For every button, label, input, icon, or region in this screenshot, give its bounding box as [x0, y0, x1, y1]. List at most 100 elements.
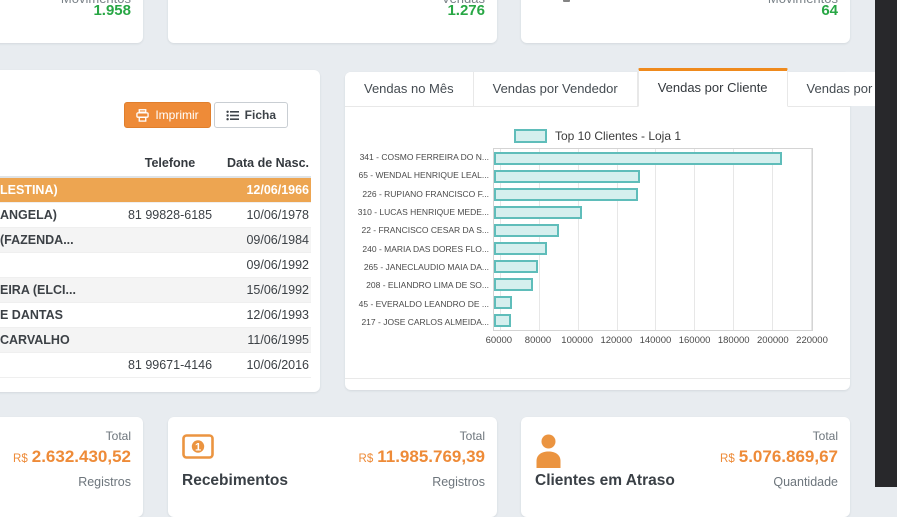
summary-card-clientes-em-atraso: Clientes em AtrasoTotalR$5.076.869,67Qua…: [521, 417, 850, 517]
chart-category-label: 310 - LUCAS HENRIQUE MEDE...: [345, 203, 489, 221]
chart-bar-row: [494, 221, 812, 239]
summary-card-0: TotalR$2.632.430,52Registros: [0, 417, 143, 517]
table-row[interactable]: (FAZENDA... 09/06/1984: [0, 228, 311, 253]
money-bill-icon: 1: [182, 434, 214, 464]
table-row[interactable]: LESTINA) 12/06/1966: [0, 178, 311, 203]
chart-category-label: 240 - MARIA DAS DORES FLO...: [345, 239, 489, 257]
list-icon: [226, 110, 239, 121]
stat-card-value: 64: [821, 2, 838, 19]
cell-client-name: ANGELA): [0, 208, 125, 222]
stat-card-1: Vendas1.276: [168, 0, 497, 43]
stat-card-value: 1.276: [447, 2, 485, 19]
stat-card-value: 1.958: [93, 2, 131, 19]
table-row[interactable]: E DANTAS 12/06/1993: [0, 303, 311, 328]
chart-category-label: 22 - FRANCISCO CESAR DA S...: [345, 221, 489, 239]
chart-tab-content: Top 10 Clientes - Loja 1 341 - COSMO FER…: [345, 107, 850, 379]
chart-bar-row: [494, 203, 812, 221]
ficha-button[interactable]: Ficha: [214, 102, 288, 128]
chart-category-label: 45 - EVERALDO LEANDRO DE ...: [345, 294, 489, 312]
currency-symbol: R$: [359, 453, 374, 465]
user-icon: [535, 434, 562, 473]
legend-swatch: [514, 129, 547, 143]
cell-birth-date: 15/06/1992: [215, 283, 311, 297]
cell-client-name: E DANTAS: [0, 308, 125, 322]
chart-bar-row: [494, 167, 812, 185]
chart-category-label: 217 - JOSE CARLOS ALMEIDA...: [345, 313, 489, 331]
table-row[interactable]: 81 99671-414610/06/2016: [0, 353, 311, 378]
chart-category-label: 208 - ELIANDRO LIMA DE SO...: [345, 276, 489, 294]
summary-card-title: Recebimentos: [182, 472, 288, 490]
chart-category-label: 226 - RUPIANO FRANCISCO F...: [345, 185, 489, 203]
chart-legend-item[interactable]: Top 10 Clientes - Loja 1: [345, 129, 850, 143]
chart-bar-row: [494, 276, 812, 294]
summary-card-title: Clientes em Atraso: [535, 472, 675, 490]
chart-bar-row: [494, 149, 812, 167]
table-row[interactable]: CARVALHO 11/06/1995: [0, 328, 311, 353]
chart-bar: [494, 278, 533, 291]
summary-total-label: Total: [106, 429, 131, 443]
tab-vendas-por-vendedor[interactable]: Vendas por Vendedor: [474, 72, 638, 106]
chart-bar: [494, 170, 640, 183]
chart-bar-row: [494, 185, 812, 203]
chart-bar-row: [494, 294, 812, 312]
table-row[interactable]: 09/06/1992: [0, 253, 311, 278]
chart-bar: [494, 242, 547, 255]
chart-tick-label: 220000: [782, 335, 842, 346]
cell-client-name: EIRA (ELCI...: [0, 283, 125, 297]
summary-total-label: Total: [813, 429, 838, 443]
cell-birth-date: 10/06/2016: [215, 358, 311, 372]
svg-text:1: 1: [195, 442, 201, 454]
summary-card-recebimentos: 1RecebimentosTotalR$11.985.769,39Registr…: [168, 417, 497, 517]
chart-bar: [494, 314, 511, 327]
sales-charts-panel: Vendas no MêsVendas por VendedorVendas p…: [345, 72, 850, 390]
chart-bar: [494, 152, 782, 165]
table-header-row: Telefone Data de Nasc.: [0, 150, 311, 178]
summary-amount: R$11.985.769,39: [359, 447, 485, 467]
cell-client-name: CARVALHO: [0, 333, 125, 347]
cell-birth-date: 09/06/1984: [215, 233, 311, 247]
cell-phone: 81 99671-4146: [125, 358, 215, 372]
chart-bar-row: [494, 258, 812, 276]
chart-bar-row: [494, 239, 812, 257]
chart-bar-row: [494, 312, 812, 330]
clients-table: Telefone Data de Nasc. LESTINA) 12/06/196…: [0, 150, 311, 378]
chart-category-axis: 341 - COSMO FERREIRA DO N...65 - WENDAL …: [345, 148, 489, 331]
tab-vendas-no-m-s[interactable]: Vendas no Mês: [345, 72, 474, 106]
clients-panel: Imprimir Ficha Telefone Data de Nasc. LE…: [0, 70, 320, 392]
printer-icon: [136, 109, 149, 122]
cell-birth-date: 11/06/1995: [215, 333, 311, 347]
chart-bar: [494, 188, 638, 201]
chart-tabs: Vendas no MêsVendas por VendedorVendas p…: [345, 72, 850, 107]
col-header-phone[interactable]: Telefone: [125, 156, 215, 170]
cell-client-name: (FAZENDA...: [0, 233, 125, 247]
stat-card-0: Movimentos1.958: [0, 0, 143, 43]
chart-bar: [494, 260, 538, 273]
cropped-icon: [563, 0, 570, 2]
print-button-label: Imprimir: [155, 108, 198, 122]
cell-phone: 81 99828-6185: [125, 208, 215, 222]
ficha-button-label: Ficha: [245, 108, 276, 122]
table-row[interactable]: ANGELA)81 99828-618510/06/1978: [0, 203, 311, 228]
legend-label: Top 10 Clientes - Loja 1: [555, 129, 681, 143]
chart-value-axis: 6000080000100000120000140000160000180000…: [493, 335, 813, 349]
chart-bar: [494, 296, 512, 309]
table-row[interactable]: EIRA (ELCI... 15/06/1992: [0, 278, 311, 303]
chart-plot-area: [493, 148, 813, 331]
summary-total-label: Total: [460, 429, 485, 443]
cell-birth-date: 12/06/1966: [215, 183, 311, 197]
tab-vendas-por-cliente[interactable]: Vendas por Cliente: [638, 68, 788, 107]
chart-category-label: 341 - COSMO FERREIRA DO N...: [345, 148, 489, 166]
cell-birth-date: 10/06/1978: [215, 208, 311, 222]
summary-amount: R$5.076.869,67: [720, 447, 838, 467]
cell-client-name: LESTINA): [0, 183, 125, 197]
table-actions: Imprimir Ficha: [124, 102, 288, 128]
chart-bar: [494, 224, 559, 237]
chart-category-label: 265 - JANECLAUDIO MAIA DA...: [345, 258, 489, 276]
col-header-dob[interactable]: Data de Nasc.: [215, 156, 311, 170]
currency-symbol: R$: [13, 453, 28, 465]
stat-card-2: Movimentos64: [521, 0, 850, 43]
currency-symbol: R$: [720, 453, 735, 465]
cell-birth-date: 12/06/1993: [215, 308, 311, 322]
chart-category-label: 65 - WENDAL HENRIQUE LEAL...: [345, 166, 489, 184]
print-button[interactable]: Imprimir: [124, 102, 210, 128]
